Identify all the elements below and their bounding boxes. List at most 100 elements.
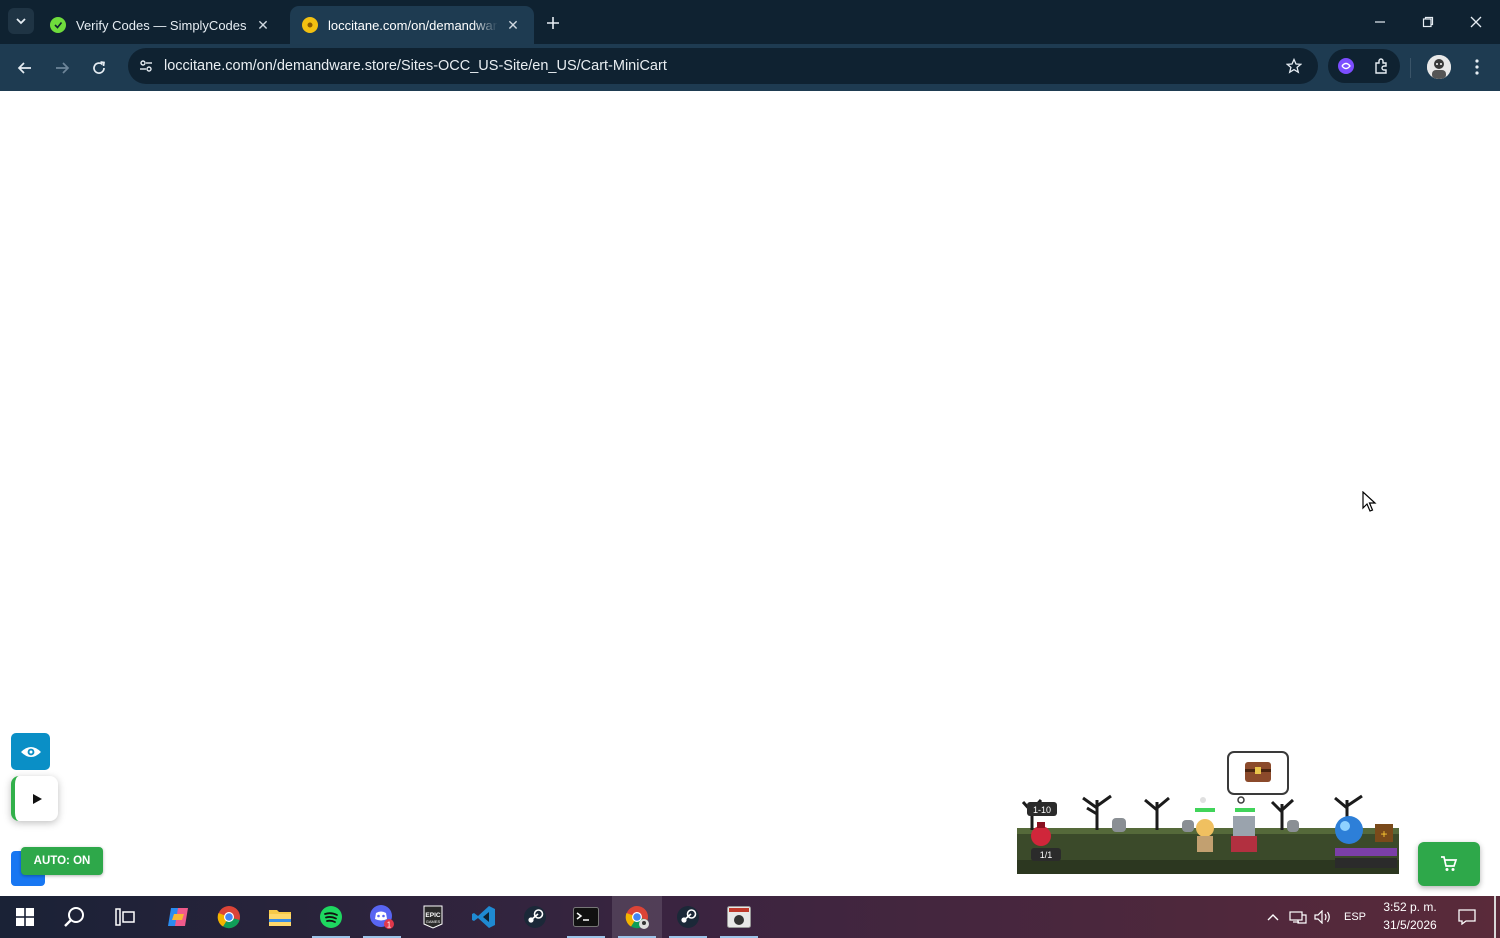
svg-text:+: + xyxy=(1380,827,1387,841)
steam-icon xyxy=(677,906,699,928)
extensions-button[interactable] xyxy=(1369,53,1395,79)
epic-games-icon: EPICGAMES xyxy=(423,905,443,929)
game-scene-widget[interactable]: 1-10 1/1 + xyxy=(1017,750,1399,874)
taskbar-terminal[interactable] xyxy=(561,896,611,938)
simplycodes-extension[interactable] xyxy=(1333,53,1359,79)
steam-icon xyxy=(524,906,546,928)
minimize-icon xyxy=(1375,21,1385,23)
clock-date: 31/5/2026 xyxy=(1383,918,1437,932)
search-button[interactable] xyxy=(50,896,100,938)
back-button[interactable] xyxy=(10,53,40,83)
site-info-button[interactable] xyxy=(128,48,164,84)
discord-icon: 1 xyxy=(370,905,394,930)
notification-badge-text: 1 xyxy=(387,921,392,930)
reload-button[interactable] xyxy=(84,53,114,83)
tray-network[interactable] xyxy=(1287,896,1309,938)
bookmark-button[interactable] xyxy=(1284,56,1304,76)
copilot-icon xyxy=(168,908,188,926)
folder-icon xyxy=(269,910,291,926)
taskbar-chrome[interactable] xyxy=(204,896,254,938)
search-icon xyxy=(64,907,84,927)
play-icon xyxy=(32,793,42,804)
tab-title: Verify Codes — SimplyCodes xyxy=(76,17,247,33)
star-icon xyxy=(1286,58,1302,74)
new-tab-button[interactable] xyxy=(540,10,566,36)
taskbar-discord[interactable]: 1 xyxy=(357,896,407,938)
restore-icon xyxy=(1422,16,1434,28)
chrome-icon xyxy=(217,906,240,929)
eye-icon xyxy=(20,746,41,757)
windows-logo-icon xyxy=(16,908,34,926)
taskbar-steam[interactable] xyxy=(510,896,560,938)
input-language[interactable]: ESP xyxy=(1340,896,1370,938)
taskbar-epic-games[interactable]: EPIC GAMES xyxy=(408,896,458,938)
taskbar-chrome-profile[interactable] xyxy=(612,896,662,938)
task-view-button[interactable] xyxy=(100,896,150,938)
vscode-icon xyxy=(472,906,495,928)
extension-logo-icon xyxy=(1338,58,1354,74)
terminal-icon xyxy=(573,907,599,927)
tab-title: loccitane.com/on/demandware.store/Sites-… xyxy=(328,17,498,33)
chevron-down-icon xyxy=(16,18,26,25)
volume-icon xyxy=(1314,910,1330,924)
game-level-text: 1-10 xyxy=(1033,805,1051,815)
close-window-button[interactable] xyxy=(1453,0,1499,44)
taskbar-clock[interactable]: 3:52 p. m. 31/5/2026 xyxy=(1374,898,1446,936)
close-icon[interactable]: ✕ xyxy=(504,16,522,34)
forward-button[interactable] xyxy=(47,53,77,83)
arrow-right-icon xyxy=(56,62,70,74)
simplycodes-icon xyxy=(50,17,66,33)
notification-icon xyxy=(1458,909,1476,925)
task-view-icon xyxy=(115,908,135,926)
tray-overflow-button[interactable] xyxy=(1262,896,1284,938)
kebab-menu-icon xyxy=(1475,59,1479,75)
network-icon xyxy=(1289,911,1307,924)
tray-volume[interactable] xyxy=(1312,896,1334,938)
taskbar-copilot[interactable] xyxy=(153,896,203,938)
browser-menu-button[interactable] xyxy=(1466,55,1488,79)
restore-button[interactable] xyxy=(1405,0,1451,44)
mouse-cursor-icon xyxy=(1362,491,1377,512)
cart-button[interactable] xyxy=(1418,842,1480,886)
tab-strip: Verify Codes — SimplyCodes ✕ loccitane.c… xyxy=(0,0,1500,44)
taskbar-app-window[interactable] xyxy=(714,896,764,938)
arrow-left-icon xyxy=(17,62,31,74)
chest-speech-bubble xyxy=(1227,751,1289,804)
url-text[interactable]: loccitane.com/on/demandware.store/Sites-… xyxy=(164,58,667,74)
toolbar-divider xyxy=(1410,58,1411,78)
tab-simplycodes[interactable]: Verify Codes — SimplyCodes ✕ xyxy=(38,6,284,44)
chrome-icon xyxy=(625,906,649,929)
browser-toolbar: loccitane.com/on/demandware.store/Sites-… xyxy=(0,44,1500,91)
clock-time: 3:52 p. m. xyxy=(1383,900,1437,914)
auto-mode-badge[interactable]: AUTO: ON xyxy=(21,847,103,875)
taskbar-spotify[interactable] xyxy=(306,896,356,938)
plus-icon xyxy=(547,17,559,29)
reload-icon xyxy=(93,61,105,74)
play-button[interactable] xyxy=(11,776,58,821)
tab-search-button[interactable] xyxy=(8,8,34,34)
spotify-icon xyxy=(320,906,342,928)
minimize-button[interactable] xyxy=(1357,0,1403,44)
chevron-up-icon xyxy=(1267,914,1279,921)
address-bar[interactable]: loccitane.com/on/demandware.store/Sites-… xyxy=(128,48,1318,84)
taskbar-file-explorer[interactable] xyxy=(255,896,305,938)
close-icon xyxy=(1470,16,1482,28)
start-button[interactable] xyxy=(0,896,50,938)
close-icon[interactable]: ✕ xyxy=(254,16,272,34)
preview-toggle-button[interactable] xyxy=(11,733,50,770)
svg-text:GAMES: GAMES xyxy=(426,919,441,924)
notification-center-button[interactable] xyxy=(1452,896,1482,938)
app-window-icon xyxy=(727,906,751,928)
show-desktop-button[interactable] xyxy=(1494,896,1496,938)
potion-icon xyxy=(1031,822,1051,846)
taskbar-steam-running[interactable] xyxy=(663,896,713,938)
loccitane-icon xyxy=(302,17,318,33)
taskbar-vscode[interactable] xyxy=(459,896,509,938)
extensions-group xyxy=(1328,49,1400,83)
profile-avatar[interactable] xyxy=(1427,55,1451,79)
profile-icon xyxy=(1427,55,1451,79)
puzzle-icon xyxy=(1375,58,1387,74)
tab-loccitane[interactable]: loccitane.com/on/demandware.store/Sites-… xyxy=(290,6,534,44)
windows-taskbar: 1 EPIC GAMES ESP 3:52 p. m. 31/5/2026 xyxy=(0,896,1500,938)
shopping-cart-icon xyxy=(1441,856,1458,871)
